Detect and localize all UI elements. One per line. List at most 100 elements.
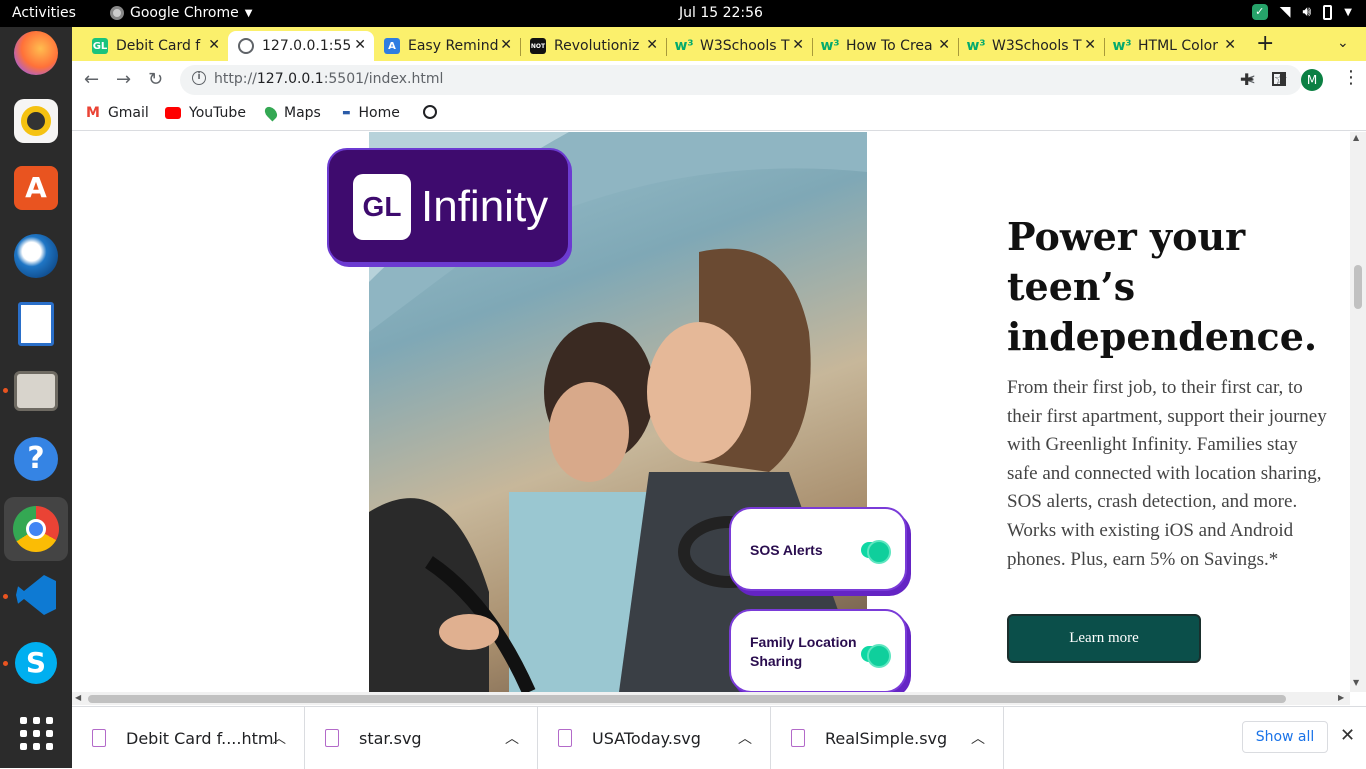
tab-how-to[interactable]: w³ How To Crea ✕ (812, 31, 958, 61)
close-icon[interactable]: ✕ (1224, 37, 1236, 53)
site-info-icon[interactable]: i (192, 71, 206, 85)
running-indicator (3, 661, 8, 666)
svg-file-icon (558, 729, 572, 747)
bookmark-maps[interactable]: Maps (262, 104, 321, 122)
tab-html-color[interactable]: w³ HTML Color ✕ (1104, 31, 1244, 61)
close-icon[interactable]: ✕ (500, 37, 512, 53)
tab-debit-card[interactable]: GL Debit Card f ✕ (82, 31, 228, 61)
help-icon[interactable]: ? (10, 433, 62, 485)
close-icon[interactable]: ✕ (938, 37, 950, 53)
files-icon[interactable] (10, 365, 62, 417)
bookmark-label: Home (358, 105, 400, 121)
svg-file-icon (325, 729, 339, 747)
side-panel-icon[interactable] (1272, 72, 1286, 86)
clock[interactable]: Jul 15 22:56 (679, 5, 763, 21)
news-favicon-icon: NOT (530, 38, 546, 54)
greenlight-logo-mark: GL (353, 174, 411, 240)
tab-w3schools-1[interactable]: w³ W3Schools T ✕ (666, 31, 812, 61)
volume-icon: 🔊︎ (1302, 4, 1312, 20)
skype-icon[interactable]: S (10, 637, 62, 689)
chevron-up-icon[interactable]: ︿ (272, 728, 286, 748)
chevron-down-icon: ▼ (1344, 6, 1352, 18)
extensions-puzzle-icon[interactable]: ✚ (1240, 70, 1253, 89)
reload-icon[interactable]: ↻ (148, 69, 163, 90)
download-item[interactable]: star.svg ︿ (305, 707, 538, 769)
forward-arrow-icon[interactable]: → (116, 69, 131, 90)
vscode-icon[interactable] (10, 569, 62, 621)
sos-alerts-toggle[interactable] (861, 540, 891, 564)
scroll-down-arrow-icon[interactable]: ▼ (1353, 678, 1359, 687)
greenlight-favicon-icon: GL (92, 38, 108, 54)
bookmark-globe[interactable] (423, 105, 437, 119)
activities-button[interactable]: Activities (12, 5, 76, 21)
chevron-up-icon[interactable]: ︿ (505, 728, 519, 748)
app-grid-icon[interactable] (10, 707, 62, 759)
learn-more-button[interactable]: Learn more (1007, 614, 1201, 663)
sos-alerts-card: SOS Alerts (729, 507, 907, 591)
chrome-icon[interactable] (4, 497, 68, 561)
firefox-icon[interactable] (10, 27, 62, 79)
horizontal-scroll-thumb[interactable] (88, 695, 1286, 703)
dock: A ? S (0, 27, 72, 768)
close-icon[interactable]: ✕ (646, 37, 658, 53)
tab-title: HTML Color (1138, 38, 1218, 54)
tab-search-chevron-icon[interactable]: ⌄ (1337, 35, 1349, 51)
kebab-menu-icon[interactable]: ⋮ (1342, 67, 1360, 88)
bookmark-label: Gmail (107, 105, 149, 121)
scroll-left-arrow-icon[interactable]: ◀ (75, 693, 81, 702)
vertical-scrollbar[interactable]: ▲ ▼ (1350, 132, 1366, 692)
show-all-button[interactable]: Show all (1242, 721, 1328, 753)
rhythmbox-icon[interactable] (10, 95, 62, 147)
libreoffice-writer-icon[interactable] (10, 298, 62, 350)
battery-icon (1323, 4, 1333, 20)
chevron-up-icon[interactable]: ︿ (971, 728, 985, 748)
infinity-logo-text: Infinity (421, 182, 549, 231)
download-item[interactable]: Debit Card f....html ︿ (72, 707, 305, 769)
family-location-toggle[interactable] (861, 644, 891, 668)
system-top-bar: Activities Google Chrome ▼ Jul 15 22:56 … (0, 0, 1366, 27)
bookmark-youtube[interactable]: YouTube (165, 105, 246, 121)
download-filename: USAToday.svg (592, 728, 701, 748)
app-menu[interactable]: Google Chrome ▼ (110, 5, 252, 21)
thunderbird-icon[interactable] (10, 230, 62, 282)
tab-localhost[interactable]: 127.0.0.1:55 ✕ (228, 31, 374, 61)
close-icon[interactable]: ✕ (354, 37, 366, 53)
bookmark-gmail[interactable]: M Gmail (86, 105, 149, 121)
sos-alerts-label: SOS Alerts (750, 542, 823, 558)
scroll-up-arrow-icon[interactable]: ▲ (1353, 133, 1359, 142)
youtube-icon (165, 107, 181, 119)
close-icon[interactable]: ✕ (1084, 37, 1096, 53)
profile-avatar[interactable]: M (1301, 69, 1323, 91)
tab-title: Revolutioniz (554, 38, 640, 54)
horizontal-scrollbar[interactable]: ◀ ▶ (72, 692, 1350, 705)
shield-check-icon: ✓ (1251, 4, 1268, 20)
w3schools-favicon-icon: w³ (674, 38, 694, 54)
hero-body: From their first job, to their first car… (1007, 377, 1327, 570)
bookmark-home[interactable]: ▬ Home (342, 105, 400, 121)
scroll-right-arrow-icon[interactable]: ▶ (1338, 693, 1344, 702)
tab-w3schools-2[interactable]: w³ W3Schools T ✕ (958, 31, 1104, 61)
address-bar[interactable]: i http://127.0.0.1:5501/index.html ⋖ ☆ (180, 65, 1302, 95)
system-tray[interactable]: ✓ ◥ 🔊︎ ▼ (1251, 4, 1352, 20)
close-icon[interactable]: ✕ (1340, 725, 1355, 746)
download-item[interactable]: RealSimple.svg ︿ (771, 707, 1004, 769)
home-icon: ▬ (342, 108, 351, 118)
close-icon[interactable]: ✕ (208, 37, 220, 53)
software-center-icon[interactable]: A (10, 162, 62, 214)
tab-easy-reminder[interactable]: A Easy Remind ✕ (374, 31, 520, 61)
download-item[interactable]: USAToday.svg ︿ (538, 707, 771, 769)
back-arrow-icon[interactable]: ← (84, 69, 99, 90)
new-tab-plus-icon[interactable]: + (1256, 31, 1274, 56)
chevron-up-icon[interactable]: ︿ (738, 728, 752, 748)
family-location-label-line1: Family Location (750, 634, 857, 650)
vertical-scroll-thumb[interactable] (1354, 265, 1362, 309)
family-location-label: Family Location Sharing (750, 633, 857, 671)
gmail-icon: M (86, 105, 100, 121)
tab-title: 127.0.0.1:55 (262, 38, 352, 54)
maps-icon (262, 104, 280, 122)
tab-revolutionize[interactable]: NOT Revolutioniz ✕ (520, 31, 666, 61)
close-icon[interactable]: ✕ (792, 37, 804, 53)
w3schools-favicon-icon: w³ (820, 38, 840, 54)
url-text[interactable]: http://127.0.0.1:5501/index.html (214, 71, 443, 87)
family-location-label-line2: Sharing (750, 653, 803, 669)
